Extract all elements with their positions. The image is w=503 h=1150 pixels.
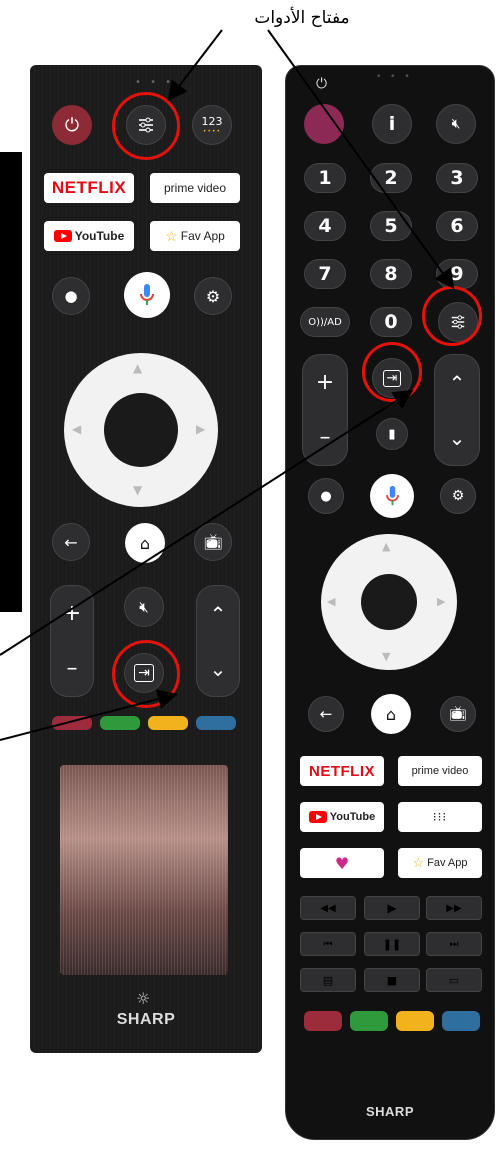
input-arrow-upper <box>0 389 414 656</box>
caption-arrow-left <box>167 29 223 102</box>
caption-arrow-right <box>267 29 455 290</box>
input-arrow-lower <box>0 689 178 741</box>
callout-lines <box>0 29 455 741</box>
